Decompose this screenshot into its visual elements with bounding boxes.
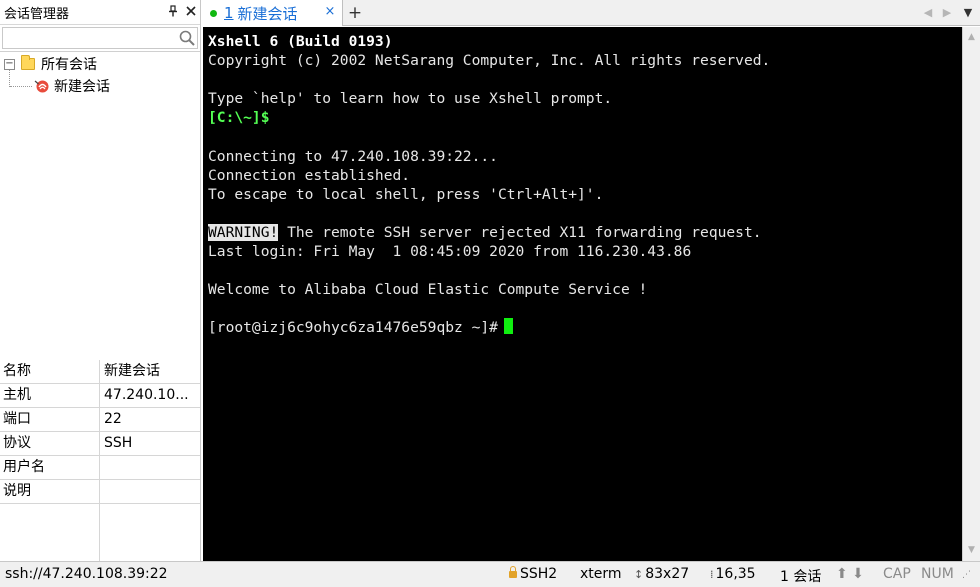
tree-item-new-session[interactable]: 新建会话 bbox=[34, 76, 110, 96]
status-num-lock: NUM bbox=[921, 566, 954, 582]
property-key: 主机 bbox=[0, 384, 100, 407]
status-sessions: 1 会话 bbox=[780, 569, 822, 585]
terminal-cursor bbox=[503, 318, 513, 335]
warning-text: The remote SSH server rejected X11 forwa… bbox=[278, 223, 762, 241]
status-address: ssh://47.240.108.39:22 bbox=[5, 566, 168, 582]
terminal-line: Welcome to Alibaba Cloud Elastic Compute… bbox=[208, 281, 648, 299]
properties-empty-area bbox=[0, 504, 200, 561]
close-icon[interactable] bbox=[182, 5, 200, 19]
tab-number: 1 bbox=[224, 4, 234, 22]
status-bar: ssh://47.240.108.39:22 SSH2 xterm ↕ 83x27… bbox=[0, 561, 980, 587]
property-value: 新建会话 bbox=[104, 363, 160, 379]
session-manager-title: 会话管理器 bbox=[4, 6, 70, 22]
grid-divider bbox=[99, 504, 100, 561]
remote-prompt: [root@izj6c9ohyc6za1476e59qbz ~]# bbox=[208, 319, 498, 337]
session-tree: − 所有会话 新建会话 bbox=[0, 52, 200, 355]
terminal-line: Last login: Fri May 1 08:45:09 2020 from… bbox=[208, 243, 692, 261]
search-icon[interactable] bbox=[178, 29, 196, 47]
remote-prompt-line: [root@izj6c9ohyc6za1476e59qbz ~]# bbox=[208, 318, 962, 337]
property-value: 47.240.10... bbox=[104, 387, 189, 403]
session-search-input[interactable] bbox=[2, 27, 198, 49]
status-cursor-position: ⁞ 16,35 bbox=[710, 566, 756, 582]
property-key: 说明 bbox=[0, 480, 100, 503]
property-row-name: 名称 新建会话 bbox=[0, 360, 200, 384]
property-row-protocol: 协议 SSH bbox=[0, 432, 200, 456]
property-key: 名称 bbox=[0, 360, 100, 383]
terminal-line: To escape to local shell, press 'Ctrl+Al… bbox=[208, 185, 604, 203]
status-size-label: 83x27 bbox=[645, 566, 690, 582]
tree-item-label: 所有会话 bbox=[41, 57, 97, 73]
session-properties-grid: 名称 新建会话 主机 47.240.10... 端口 22 协议 SSH 用户名… bbox=[0, 360, 200, 504]
session-manager-titlebar: 会话管理器 bbox=[0, 0, 200, 25]
add-tab-button[interactable]: + bbox=[345, 2, 365, 24]
property-row-host: 主机 47.240.10... bbox=[0, 384, 200, 408]
status-size: ↕ 83x27 bbox=[634, 566, 689, 582]
status-protocol: SSH2 bbox=[509, 566, 557, 582]
property-row-username: 用户名 bbox=[0, 456, 200, 480]
pin-icon[interactable] bbox=[164, 4, 182, 20]
tree-connector bbox=[10, 86, 32, 87]
transfer-arrows-icon: ⬆ ⬇ bbox=[836, 566, 864, 582]
terminal-line: Connecting to 47.240.108.39:22... bbox=[208, 147, 498, 165]
warning-line: WARNING! The remote SSH server rejected … bbox=[208, 223, 962, 242]
warning-label: WARNING! bbox=[208, 223, 279, 241]
property-key: 用户名 bbox=[0, 456, 100, 479]
property-value bbox=[100, 480, 200, 503]
session-search-row bbox=[0, 25, 200, 52]
tree-item-label: 新建会话 bbox=[54, 79, 110, 95]
lock-icon bbox=[509, 566, 517, 578]
terminal-line: Copyright (c) 2002 NetSarang Computer, I… bbox=[208, 52, 771, 70]
session-manager-panel: 会话管理器 − 所有会话 新建会话 名称 新建会话 主机 47.240.10..… bbox=[0, 0, 201, 561]
property-row-port: 端口 22 bbox=[0, 408, 200, 432]
status-terminal-type: xterm bbox=[580, 566, 622, 582]
status-cursor-label: 16,35 bbox=[715, 566, 756, 582]
tab-scroll-right-icon[interactable]: ▶ bbox=[940, 5, 954, 21]
connected-status-icon bbox=[210, 9, 217, 17]
property-row-description: 说明 bbox=[0, 480, 200, 504]
collapse-icon[interactable]: − bbox=[4, 58, 15, 70]
cursor-position-icon: ⁞ bbox=[710, 568, 714, 581]
terminal-line: Connection established. bbox=[208, 166, 411, 184]
scroll-up-icon[interactable]: ▲ bbox=[963, 29, 980, 46]
tab-scroll-left-icon[interactable]: ◀ bbox=[921, 5, 935, 21]
resize-icon: ↕ bbox=[634, 568, 644, 581]
tab-list-menu-icon[interactable]: ▼ bbox=[961, 5, 975, 21]
folder-icon bbox=[21, 55, 35, 70]
session-icon bbox=[34, 78, 50, 94]
tab-close-icon[interactable]: × bbox=[322, 4, 338, 20]
resize-grip-icon[interactable]: ⋰ bbox=[962, 570, 971, 580]
local-prompt-line: [C:\~]$ bbox=[208, 109, 270, 127]
terminal-line: Type `help' to learn how to use Xshell p… bbox=[208, 90, 613, 108]
terminal-scrollbar[interactable]: ▲ ▼ bbox=[962, 27, 980, 561]
property-key: 端口 bbox=[0, 408, 100, 431]
status-protocol-label: SSH2 bbox=[520, 566, 558, 582]
session-tab-bar: 1 新建会话 × + ◀ ▶ ▼ bbox=[203, 0, 980, 26]
terminal-line: Xshell 6 (Build 0193) bbox=[208, 33, 393, 50]
property-value bbox=[100, 456, 200, 479]
terminal-output[interactable]: Xshell 6 (Build 0193) Copyright (c) 2002… bbox=[203, 27, 962, 561]
property-value: 22 bbox=[104, 411, 122, 427]
scroll-down-icon[interactable]: ▼ bbox=[963, 542, 980, 559]
property-key: 协议 bbox=[0, 432, 100, 455]
tab-label: 新建会话 bbox=[237, 4, 298, 23]
tree-item-all-sessions[interactable]: − 所有会话 bbox=[4, 54, 97, 74]
status-caps-lock: CAP bbox=[883, 566, 911, 582]
property-value: SSH bbox=[104, 435, 133, 451]
